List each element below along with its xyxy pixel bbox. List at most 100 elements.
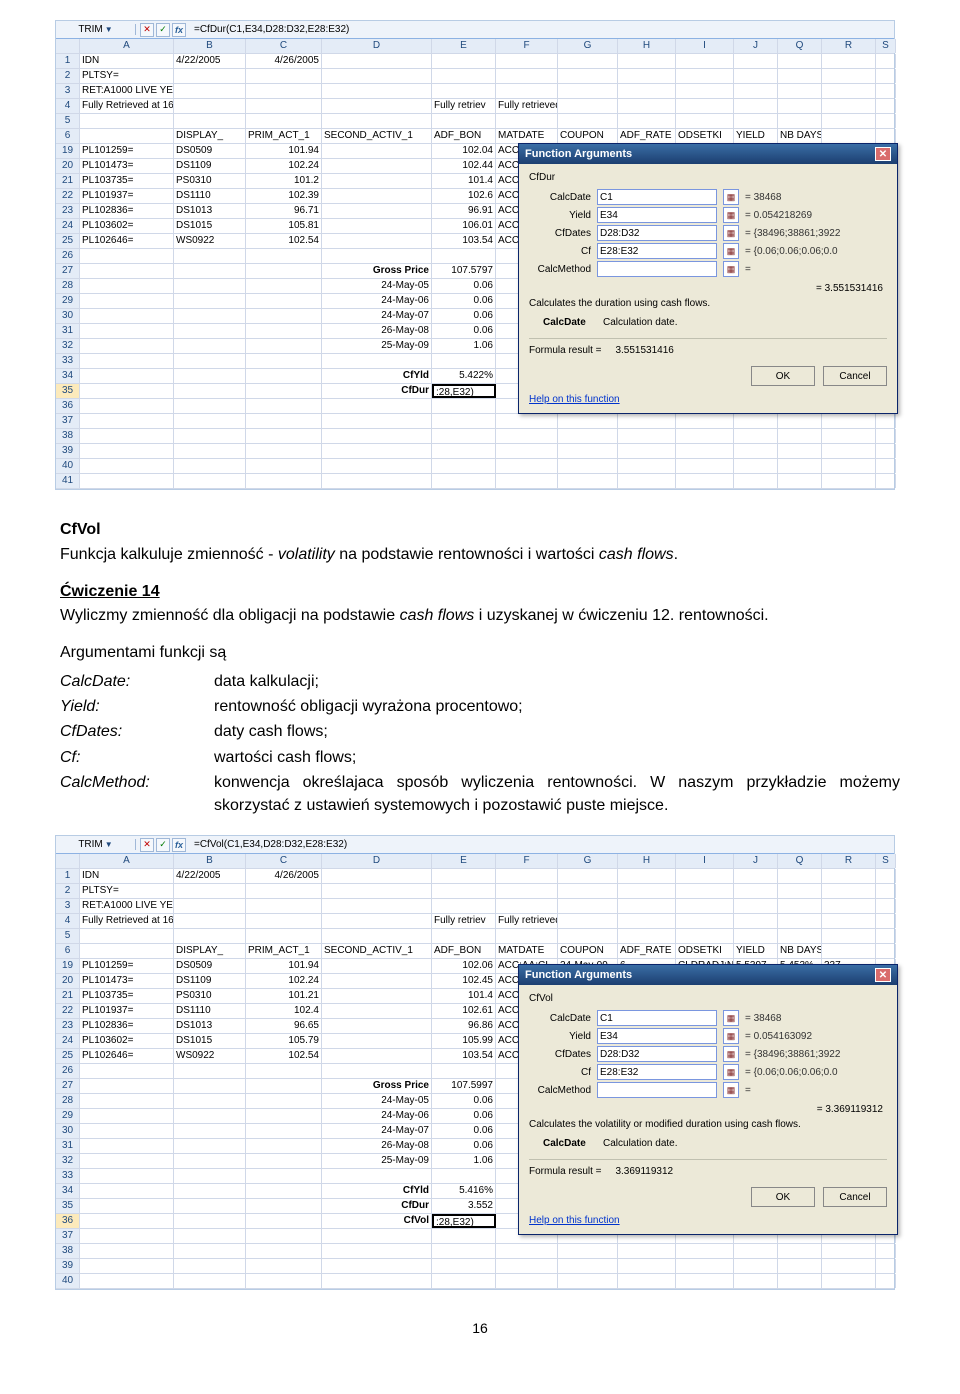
grid-cell[interactable] <box>822 474 876 488</box>
grid-cell[interactable]: 103.54 <box>432 1049 496 1063</box>
grid-cell[interactable] <box>618 69 676 83</box>
grid-cell[interactable]: 96.71 <box>246 204 322 218</box>
grid-cell[interactable] <box>676 69 734 83</box>
grid-cell[interactable] <box>558 84 618 98</box>
grid-cell[interactable] <box>174 324 246 338</box>
col-header[interactable]: I <box>676 39 734 53</box>
grid-cell[interactable] <box>246 1169 322 1183</box>
col-header[interactable]: H <box>618 854 676 868</box>
grid-cell[interactable] <box>822 914 876 928</box>
grid-cell[interactable] <box>676 914 734 928</box>
row-header[interactable]: 22 <box>56 1004 80 1018</box>
grid-cell[interactable] <box>778 1274 822 1288</box>
grid-cell[interactable]: RET:A1000 LIVE YES <box>80 84 174 98</box>
row-header[interactable]: 41 <box>56 474 80 488</box>
grid-cell[interactable] <box>246 1199 322 1213</box>
grid-cell[interactable] <box>322 204 432 218</box>
grid-cell[interactable] <box>558 54 618 68</box>
row-header[interactable]: 23 <box>56 204 80 218</box>
grid-cell[interactable]: PL103602= <box>80 219 174 233</box>
grid-cell[interactable] <box>174 429 246 443</box>
grid-cell[interactable] <box>676 869 734 883</box>
grid-cell[interactable] <box>734 899 778 913</box>
grid-cell[interactable] <box>174 354 246 368</box>
row-header[interactable]: 38 <box>56 429 80 443</box>
grid-cell[interactable] <box>822 1244 876 1258</box>
grid-cell[interactable]: DS1015 <box>174 219 246 233</box>
grid-cell[interactable] <box>822 54 876 68</box>
grid-cell[interactable]: 107.5997 <box>432 1079 496 1093</box>
row-header[interactable]: 2 <box>56 69 80 83</box>
grid-cell[interactable] <box>734 474 778 488</box>
grid-cell[interactable]: 24-May-05 <box>322 1094 432 1108</box>
grid-cell[interactable]: 105.79 <box>246 1034 322 1048</box>
grid-cell[interactable] <box>558 869 618 883</box>
grid-cell[interactable] <box>246 1229 322 1243</box>
grid-cell[interactable] <box>246 899 322 913</box>
grid-cell[interactable]: 102.44 <box>432 159 496 173</box>
row-header[interactable]: 19 <box>56 959 80 973</box>
grid-cell[interactable] <box>80 114 174 128</box>
grid-cell[interactable] <box>322 249 432 263</box>
grid-cell[interactable] <box>558 1274 618 1288</box>
grid-cell[interactable]: 5.416% <box>432 1184 496 1198</box>
grid-cell[interactable]: 96.65 <box>246 1019 322 1033</box>
arg-input[interactable] <box>597 261 717 277</box>
col-header[interactable]: C <box>246 39 322 53</box>
grid-cell[interactable] <box>174 369 246 383</box>
grid-cell[interactable]: DISPLAY_ <box>174 129 246 143</box>
grid-cell[interactable] <box>876 1244 896 1258</box>
grid-cell[interactable] <box>322 914 432 928</box>
grid-cell[interactable]: WS0922 <box>174 234 246 248</box>
grid-cell[interactable]: 102.24 <box>246 974 322 988</box>
grid-cell[interactable]: MATDATE <box>496 129 558 143</box>
grid-cell[interactable] <box>322 869 432 883</box>
grid-cell[interactable] <box>246 884 322 898</box>
grid-cell[interactable]: PL103735= <box>80 989 174 1003</box>
grid-cell[interactable]: PL101473= <box>80 974 174 988</box>
grid-cell[interactable]: 0.06 <box>432 1124 496 1138</box>
grid-cell[interactable] <box>174 1184 246 1198</box>
grid-cell[interactable] <box>174 884 246 898</box>
row-header[interactable]: 37 <box>56 1229 80 1243</box>
grid-cell[interactable]: 1.06 <box>432 1154 496 1168</box>
grid-cell[interactable] <box>174 1169 246 1183</box>
grid-cell[interactable] <box>246 1154 322 1168</box>
help-link[interactable]: Help on this function <box>519 394 897 413</box>
grid-cell[interactable] <box>432 84 496 98</box>
grid-cell[interactable] <box>822 429 876 443</box>
grid-cell[interactable] <box>558 929 618 943</box>
grid-cell[interactable] <box>618 429 676 443</box>
grid-cell[interactable] <box>496 929 558 943</box>
grid-cell[interactable]: DS1110 <box>174 1004 246 1018</box>
row-header[interactable]: 26 <box>56 249 80 263</box>
grid-cell[interactable] <box>174 84 246 98</box>
grid-cell[interactable]: ADF_RATE <box>618 129 676 143</box>
grid-cell[interactable] <box>174 459 246 473</box>
grid-cell[interactable] <box>322 459 432 473</box>
fx-icon[interactable]: fx <box>172 838 186 852</box>
grid-cell[interactable] <box>432 929 496 943</box>
row-header[interactable]: 30 <box>56 1124 80 1138</box>
grid-cell[interactable] <box>246 414 322 428</box>
grid-cell[interactable]: 1.06 <box>432 339 496 353</box>
grid-cell[interactable] <box>174 294 246 308</box>
grid-cell[interactable] <box>618 444 676 458</box>
grid-cell[interactable] <box>432 1244 496 1258</box>
grid-cell[interactable]: COUPON <box>558 944 618 958</box>
grid-cell[interactable] <box>246 1109 322 1123</box>
grid-cell[interactable] <box>174 1094 246 1108</box>
row-header[interactable]: 29 <box>56 294 80 308</box>
grid-cell[interactable] <box>322 1244 432 1258</box>
grid-cell[interactable] <box>558 914 618 928</box>
grid-cell[interactable]: 106.01 <box>432 219 496 233</box>
grid-cell[interactable] <box>618 899 676 913</box>
close-icon[interactable]: ✕ <box>875 147 891 161</box>
grid-cell[interactable] <box>246 249 322 263</box>
grid-cell[interactable] <box>174 899 246 913</box>
col-header[interactable]: I <box>676 854 734 868</box>
grid-cell[interactable] <box>174 1274 246 1288</box>
grid-cell[interactable]: ADF_RATE <box>618 944 676 958</box>
grid-cell[interactable] <box>558 1244 618 1258</box>
row-header[interactable]: 29 <box>56 1109 80 1123</box>
